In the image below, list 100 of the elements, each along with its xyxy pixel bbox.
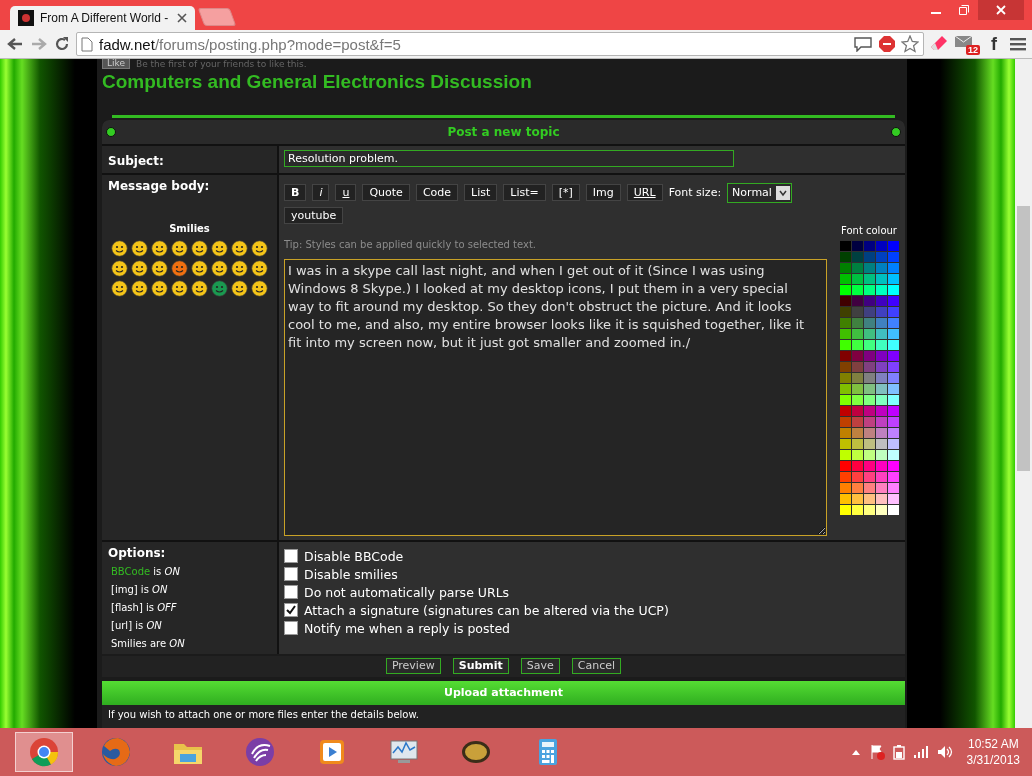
color-swatch[interactable] [875, 460, 887, 471]
color-swatch[interactable] [863, 394, 875, 405]
color-swatch[interactable] [851, 339, 863, 350]
scroll-thumb[interactable] [1017, 206, 1030, 471]
stop-sign-icon[interactable] [879, 36, 895, 52]
smiley-icon[interactable] [251, 259, 268, 277]
smiley-icon[interactable] [251, 239, 268, 257]
color-swatch[interactable] [875, 471, 887, 482]
format-button[interactable]: List= [503, 184, 546, 202]
color-swatch[interactable] [887, 361, 899, 372]
smiley-icon[interactable] [231, 239, 248, 257]
color-swatch[interactable] [863, 350, 875, 361]
color-swatch[interactable] [851, 350, 863, 361]
color-swatch[interactable] [863, 416, 875, 427]
smiley-icon[interactable] [191, 239, 208, 257]
color-swatch[interactable] [863, 262, 875, 273]
color-swatch[interactable] [851, 471, 863, 482]
color-swatch[interactable] [875, 482, 887, 493]
smiley-icon[interactable] [131, 279, 148, 297]
format-button[interactable]: Img [585, 184, 621, 202]
color-swatch[interactable] [863, 471, 875, 482]
color-swatch[interactable] [875, 328, 887, 339]
color-swatch[interactable] [887, 328, 899, 339]
checkbox[interactable] [284, 621, 298, 636]
color-swatch[interactable] [851, 328, 863, 339]
color-swatch[interactable] [839, 416, 851, 427]
color-swatch[interactable] [851, 273, 863, 284]
format-button[interactable]: B [284, 184, 307, 202]
color-swatch[interactable] [887, 273, 899, 284]
color-swatch[interactable] [839, 240, 851, 251]
color-swatch[interactable] [839, 493, 851, 504]
smiley-icon[interactable] [211, 259, 228, 277]
color-swatch[interactable] [839, 438, 851, 449]
color-swatch[interactable] [851, 394, 863, 405]
color-swatch[interactable] [851, 383, 863, 394]
color-swatch[interactable] [875, 361, 887, 372]
smiley-icon[interactable] [211, 279, 228, 297]
color-swatch[interactable] [839, 427, 851, 438]
format-button[interactable]: [*] [551, 184, 580, 202]
color-swatch[interactable] [863, 427, 875, 438]
color-swatch[interactable] [863, 295, 875, 306]
color-swatch[interactable] [839, 405, 851, 416]
close-icon[interactable] [177, 13, 187, 23]
smiley-icon[interactable] [211, 239, 228, 257]
color-swatch[interactable] [875, 427, 887, 438]
color-swatch[interactable] [887, 504, 899, 515]
color-swatch[interactable] [887, 284, 899, 295]
color-swatch[interactable] [851, 482, 863, 493]
color-swatch[interactable] [851, 504, 863, 515]
color-swatch[interactable] [863, 284, 875, 295]
form-button[interactable]: Preview [385, 658, 441, 675]
color-swatch[interactable] [839, 504, 851, 515]
color-swatch[interactable] [863, 328, 875, 339]
color-swatch[interactable] [875, 405, 887, 416]
color-swatch[interactable] [839, 350, 851, 361]
color-swatch[interactable] [875, 394, 887, 405]
color-swatch[interactable] [839, 361, 851, 372]
color-swatch[interactable] [839, 273, 851, 284]
color-swatch[interactable] [851, 361, 863, 372]
taskbar-button[interactable] [15, 732, 73, 772]
color-swatch[interactable] [875, 284, 887, 295]
color-swatch[interactable] [863, 273, 875, 284]
color-swatch[interactable] [887, 295, 899, 306]
color-swatch[interactable] [839, 306, 851, 317]
smiley-icon[interactable] [251, 279, 268, 297]
format-button[interactable]: List [464, 184, 498, 202]
color-swatch[interactable] [875, 372, 887, 383]
back-icon[interactable] [6, 36, 24, 52]
color-swatch[interactable] [863, 383, 875, 394]
like-button[interactable]: Like [102, 59, 130, 69]
checkbox[interactable] [284, 603, 298, 618]
color-swatch[interactable] [851, 306, 863, 317]
smiley-icon[interactable] [151, 239, 168, 257]
color-swatch[interactable] [863, 460, 875, 471]
color-swatch[interactable] [863, 482, 875, 493]
color-swatch[interactable] [851, 317, 863, 328]
eraser-icon[interactable] [930, 35, 948, 53]
color-swatch[interactable] [887, 383, 899, 394]
color-swatch[interactable] [851, 405, 863, 416]
smiley-icon[interactable] [111, 279, 128, 297]
color-swatch[interactable] [851, 493, 863, 504]
form-button[interactable]: Cancel [571, 658, 622, 675]
color-swatch[interactable] [851, 295, 863, 306]
clock[interactable]: 10:52 AM 3/31/2013 [966, 736, 1020, 768]
color-swatch[interactable] [839, 471, 851, 482]
color-swatch[interactable] [863, 504, 875, 515]
color-swatch[interactable] [887, 251, 899, 262]
color-swatch[interactable] [839, 317, 851, 328]
color-swatch[interactable] [887, 471, 899, 482]
color-swatch[interactable] [839, 295, 851, 306]
color-swatch[interactable] [863, 493, 875, 504]
checkbox[interactable] [284, 585, 298, 600]
smiley-icon[interactable] [171, 239, 188, 257]
browser-tab[interactable]: From A Different World - [10, 6, 195, 30]
color-swatch[interactable] [863, 372, 875, 383]
chat-bubble-icon[interactable] [853, 36, 873, 52]
color-swatch[interactable] [887, 438, 899, 449]
color-swatch[interactable] [839, 449, 851, 460]
color-swatch[interactable] [875, 504, 887, 515]
speaker-icon[interactable] [936, 745, 953, 759]
